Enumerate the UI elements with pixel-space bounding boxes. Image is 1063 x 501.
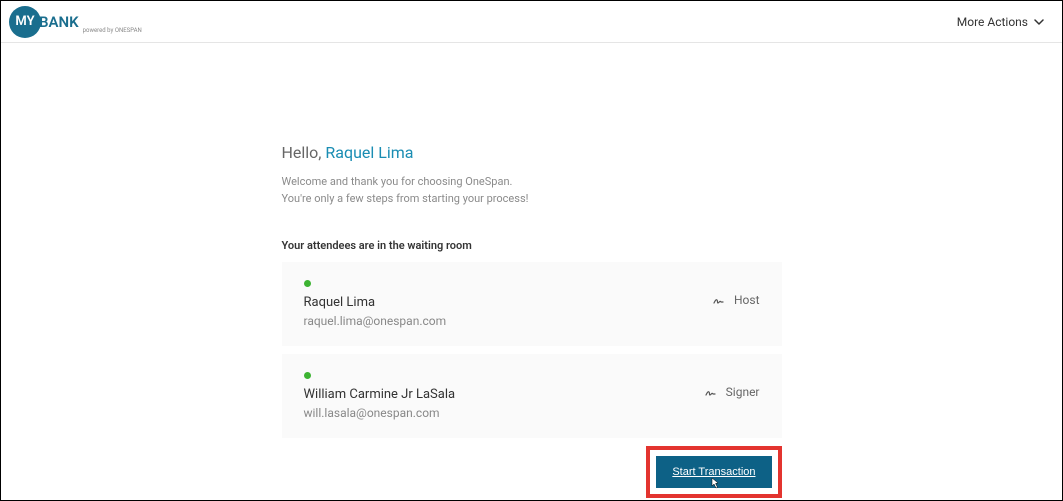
- status-dot-online: [304, 372, 311, 379]
- start-button-label: Start Transaction: [672, 466, 755, 478]
- more-actions-label: More Actions: [957, 15, 1028, 29]
- greeting-label: Hello,: [282, 143, 326, 162]
- welcome-line1: Welcome and thank you for choosing OneSp…: [282, 174, 782, 191]
- logo-circle: MY: [9, 6, 41, 38]
- start-transaction-button[interactable]: Start Transaction: [656, 456, 771, 488]
- attendee-role-label: Host: [734, 293, 760, 307]
- section-title: Your attendees are in the waiting room: [282, 239, 782, 252]
- welcome-line2: You're only a few steps from starting yo…: [282, 191, 782, 208]
- welcome-text: Welcome and thank you for choosing OneSp…: [282, 174, 782, 207]
- attendee-role: Signer: [704, 385, 760, 399]
- logo-subtext: powered by ONESPAN: [83, 27, 142, 34]
- logo: MY BANK powered by ONESPAN: [9, 6, 142, 38]
- signature-icon: [712, 293, 726, 307]
- attendee-card: William Carmine Jr LaSala will.lasala@on…: [282, 354, 782, 438]
- chevron-down-icon: [1034, 19, 1044, 25]
- more-actions-dropdown[interactable]: More Actions: [957, 15, 1044, 29]
- cursor-icon: [708, 477, 720, 494]
- attendee-name: William Carmine Jr LaSala: [304, 387, 704, 402]
- action-container: Start Transaction: [282, 446, 782, 498]
- main-content: Hello, Raquel Lima Welcome and thank you…: [282, 43, 782, 498]
- greeting-name: Raquel Lima: [325, 143, 413, 162]
- greeting: Hello, Raquel Lima: [282, 143, 782, 162]
- attendee-email: raquel.lima@onespan.com: [304, 314, 712, 328]
- attendee-email: will.lasala@onespan.com: [304, 406, 704, 420]
- attendee-role: Host: [712, 293, 760, 307]
- attendee-card: Raquel Lima raquel.lima@onespan.com Host: [282, 262, 782, 346]
- highlight-annotation: Start Transaction: [646, 446, 781, 498]
- header-bar: MY BANK powered by ONESPAN More Actions: [1, 1, 1062, 43]
- attendee-info: William Carmine Jr LaSala will.lasala@on…: [304, 387, 704, 420]
- status-dot-online: [304, 280, 311, 287]
- logo-text: BANK: [39, 13, 79, 31]
- attendee-info: Raquel Lima raquel.lima@onespan.com: [304, 295, 712, 328]
- attendee-name: Raquel Lima: [304, 295, 712, 310]
- attendee-role-label: Signer: [726, 385, 760, 399]
- signature-icon: [704, 385, 718, 399]
